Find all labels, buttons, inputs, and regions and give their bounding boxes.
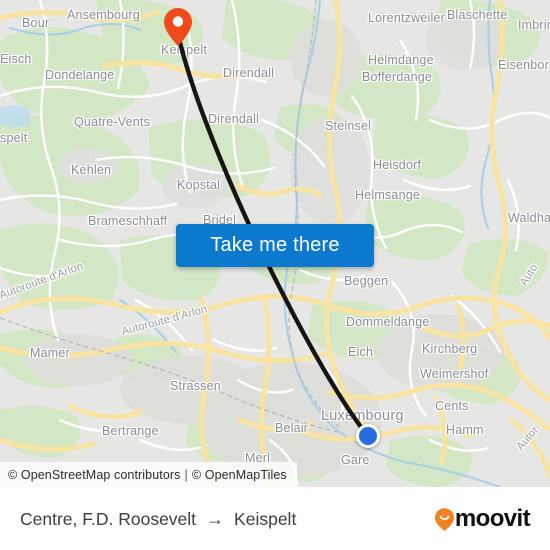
moovit-logo[interactable]: moovit xyxy=(434,505,531,532)
attribution-osm[interactable]: © OpenStreetMap contributors xyxy=(8,468,181,482)
trip-destination: Keispelt xyxy=(234,508,297,529)
footer-bar: Centre, F.D. Roosevelt → Keispelt moovit xyxy=(0,487,550,550)
attribution-tiles[interactable]: © OpenMapTiles xyxy=(192,468,287,482)
map-attribution: © OpenStreetMap contributors | © OpenMap… xyxy=(0,462,297,487)
take-me-there-button[interactable]: Take me there xyxy=(176,224,374,267)
origin-dot[interactable] xyxy=(356,424,380,448)
take-me-there-label: Take me there xyxy=(210,234,340,256)
moovit-wordmark: moovit xyxy=(454,505,531,532)
trip-summary: Centre, F.D. Roosevelt → Keispelt xyxy=(20,509,296,530)
map-viewport[interactable]: Bour Ansembourg Lorentzweiler Blaschette Imb… xyxy=(0,0,550,487)
destination-pin[interactable] xyxy=(164,8,192,46)
trip-origin: Centre, F.D. Roosevelt xyxy=(20,508,197,529)
moovit-trip-map-screen: Bour Ansembourg Lorentzweiler Blaschette Imb… xyxy=(0,0,550,550)
moovit-pin-icon xyxy=(434,507,454,531)
attribution-separator: | xyxy=(184,467,188,482)
arrow-right-icon: → xyxy=(206,508,225,529)
